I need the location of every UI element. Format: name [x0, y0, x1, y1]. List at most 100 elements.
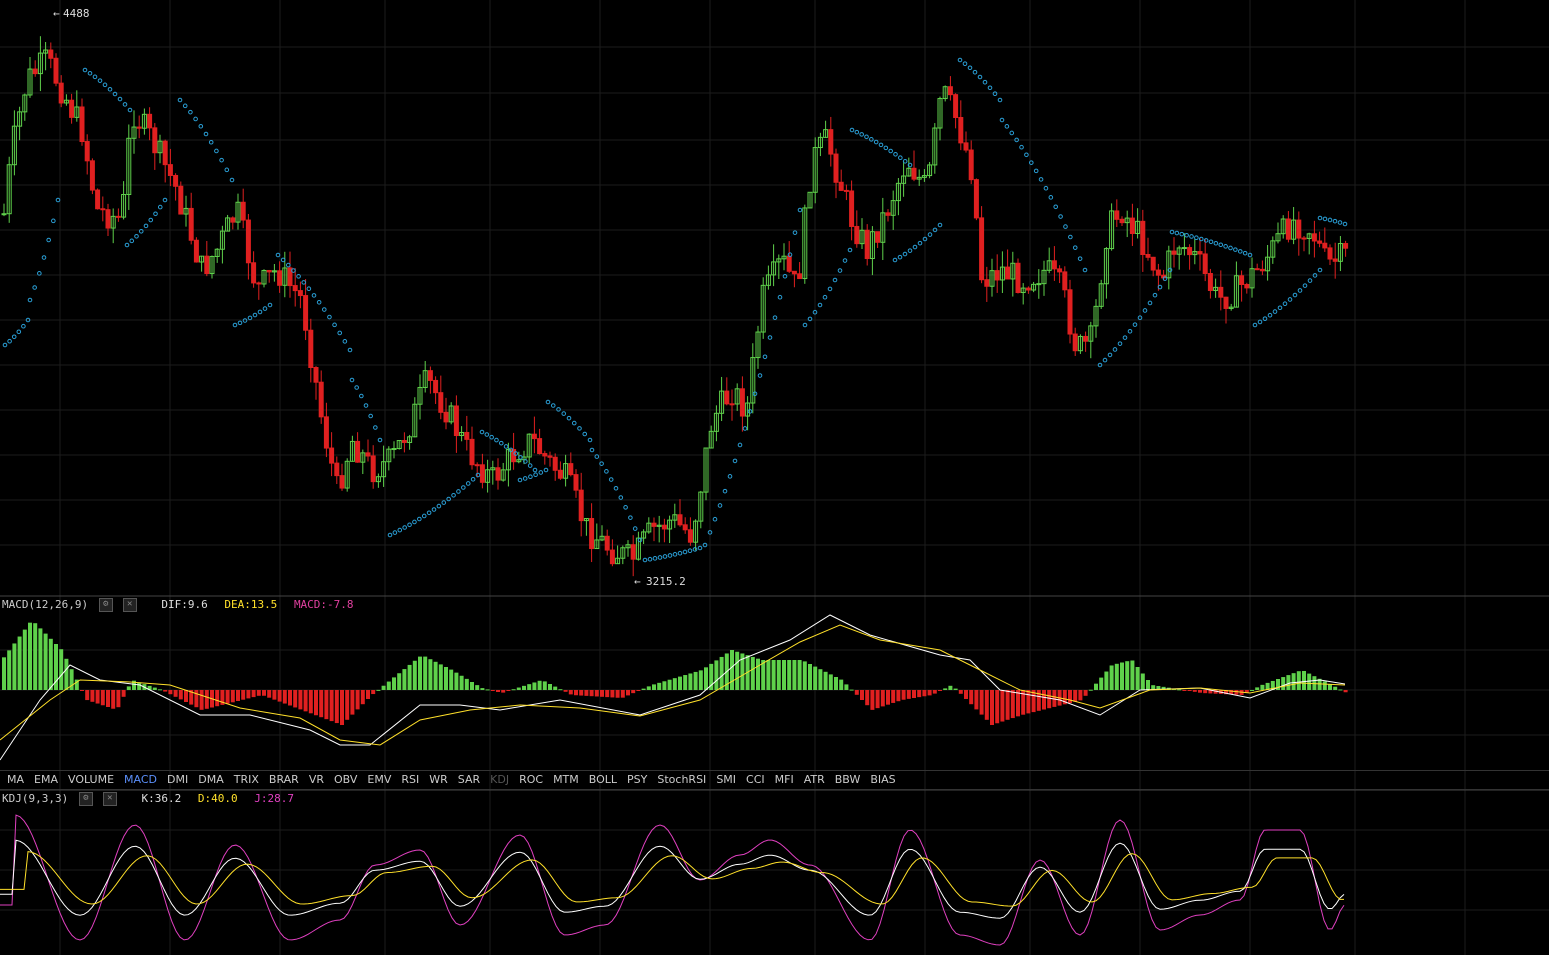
- sar-dot: [1342, 221, 1348, 227]
- candle-body: [1254, 268, 1260, 271]
- macd-bar: [17, 636, 22, 690]
- sar-dot: [347, 347, 353, 353]
- macd-bar: [813, 666, 818, 690]
- sar-dot: [1218, 242, 1224, 248]
- macd-bar: [1203, 690, 1208, 694]
- macd-bar: [1291, 673, 1296, 690]
- tab-brar[interactable]: BRAR: [266, 773, 302, 786]
- tab-ema[interactable]: EMA: [31, 773, 61, 786]
- tab-volume[interactable]: VOLUME: [65, 773, 117, 786]
- macd-bar: [116, 690, 121, 708]
- macd-bar: [433, 661, 438, 690]
- macd-bar: [579, 690, 584, 696]
- macd-bar: [776, 660, 781, 690]
- tab-cci[interactable]: CCI: [743, 773, 768, 786]
- macd-bar: [948, 685, 953, 690]
- kdj-j-line: [0, 814, 1345, 946]
- tab-emv[interactable]: EMV: [364, 773, 394, 786]
- sar-dot: [387, 532, 393, 538]
- macd-bar: [860, 690, 864, 700]
- tab-dmi[interactable]: DMI: [164, 773, 191, 786]
- macd-bar: [314, 690, 318, 716]
- tab-dma[interactable]: DMA: [195, 773, 227, 786]
- macd-bar: [121, 690, 126, 697]
- candle-body: [58, 82, 64, 104]
- macd-bar: [199, 690, 204, 710]
- macd-bar: [1068, 690, 1072, 703]
- chart-canvas[interactable]: ← 4488 ← 3215.2: [0, 0, 1549, 955]
- macd-bar: [605, 690, 610, 698]
- sar-dot: [628, 515, 633, 520]
- tab-sar[interactable]: SAR: [455, 773, 483, 786]
- sar-dot: [777, 294, 783, 300]
- tab-obv[interactable]: OBV: [331, 773, 360, 786]
- macd-bar: [1177, 689, 1182, 691]
- sar-dot: [652, 556, 658, 561]
- tab-macd[interactable]: MACD: [121, 773, 160, 786]
- tab-ma[interactable]: MA: [4, 773, 27, 786]
- sar-dot: [792, 230, 798, 235]
- gear-icon[interactable]: ⚙: [78, 792, 93, 806]
- sar-dot: [712, 516, 718, 522]
- candle-body: [313, 366, 319, 383]
- sar-dot: [582, 431, 588, 437]
- candle-body: [1181, 247, 1187, 250]
- tab-boll[interactable]: BOLL: [586, 773, 620, 786]
- candle-body: [1343, 243, 1349, 249]
- candle-body: [152, 127, 158, 154]
- sar-dot: [522, 476, 528, 481]
- tab-atr[interactable]: ATR: [801, 773, 828, 786]
- sar-dot: [907, 248, 913, 253]
- candle-body: [661, 524, 667, 530]
- macd-bar: [1146, 680, 1150, 690]
- candle-body: [318, 381, 324, 418]
- candle-body: [729, 403, 735, 406]
- tab-mfi[interactable]: MFI: [772, 773, 797, 786]
- tab-psy[interactable]: PSY: [624, 773, 650, 786]
- sar-dot: [1317, 267, 1323, 273]
- tab-trix[interactable]: TRIX: [231, 773, 262, 786]
- candle-body: [162, 140, 168, 166]
- sar-dot: [1169, 229, 1175, 235]
- macd-bar: [672, 678, 677, 690]
- close-icon[interactable]: ✕: [122, 598, 137, 612]
- sar-dot: [742, 426, 748, 431]
- sar-dot: [1194, 235, 1199, 241]
- sar-dot: [1053, 204, 1059, 210]
- candle-body: [115, 215, 121, 218]
- tab-wr[interactable]: WR: [426, 773, 451, 786]
- tab-bbw[interactable]: BBW: [832, 773, 864, 786]
- sar-dot: [1179, 231, 1185, 237]
- sar-dot: [1024, 152, 1029, 158]
- min-price-label: 3215.2: [646, 575, 686, 588]
- macd-bar: [917, 690, 922, 698]
- tab-bias[interactable]: BIAS: [867, 773, 898, 786]
- tab-smi[interactable]: SMI: [713, 773, 739, 786]
- sar-dot: [1077, 256, 1083, 261]
- candle-body: [178, 185, 184, 215]
- gear-icon[interactable]: ⚙: [98, 598, 113, 612]
- macd-bar: [834, 677, 838, 690]
- tab-mtm[interactable]: MTM: [550, 773, 582, 786]
- tab-stochrsi[interactable]: StochRSI: [654, 773, 709, 786]
- macd-bar: [615, 690, 620, 698]
- candle-body: [53, 57, 59, 84]
- sar-dot: [972, 69, 978, 75]
- candle-body: [947, 86, 953, 96]
- tab-vr[interactable]: VR: [306, 773, 327, 786]
- sar-dot: [301, 280, 307, 285]
- candle-body: [953, 94, 959, 119]
- macd-bar: [558, 689, 563, 691]
- macd-bar: [90, 690, 95, 702]
- macd-bar: [1099, 677, 1104, 690]
- tab-rsi[interactable]: RSI: [398, 773, 422, 786]
- candle-body: [1150, 256, 1156, 271]
- macd-bar: [407, 664, 412, 690]
- tab-roc[interactable]: ROC: [516, 773, 546, 786]
- macd-bar: [1260, 684, 1265, 690]
- close-icon[interactable]: ✕: [102, 792, 117, 806]
- candle-body: [1072, 333, 1078, 352]
- candle-body: [838, 181, 844, 191]
- candle-body: [557, 469, 563, 479]
- tab-kdj[interactable]: KDJ: [487, 773, 512, 786]
